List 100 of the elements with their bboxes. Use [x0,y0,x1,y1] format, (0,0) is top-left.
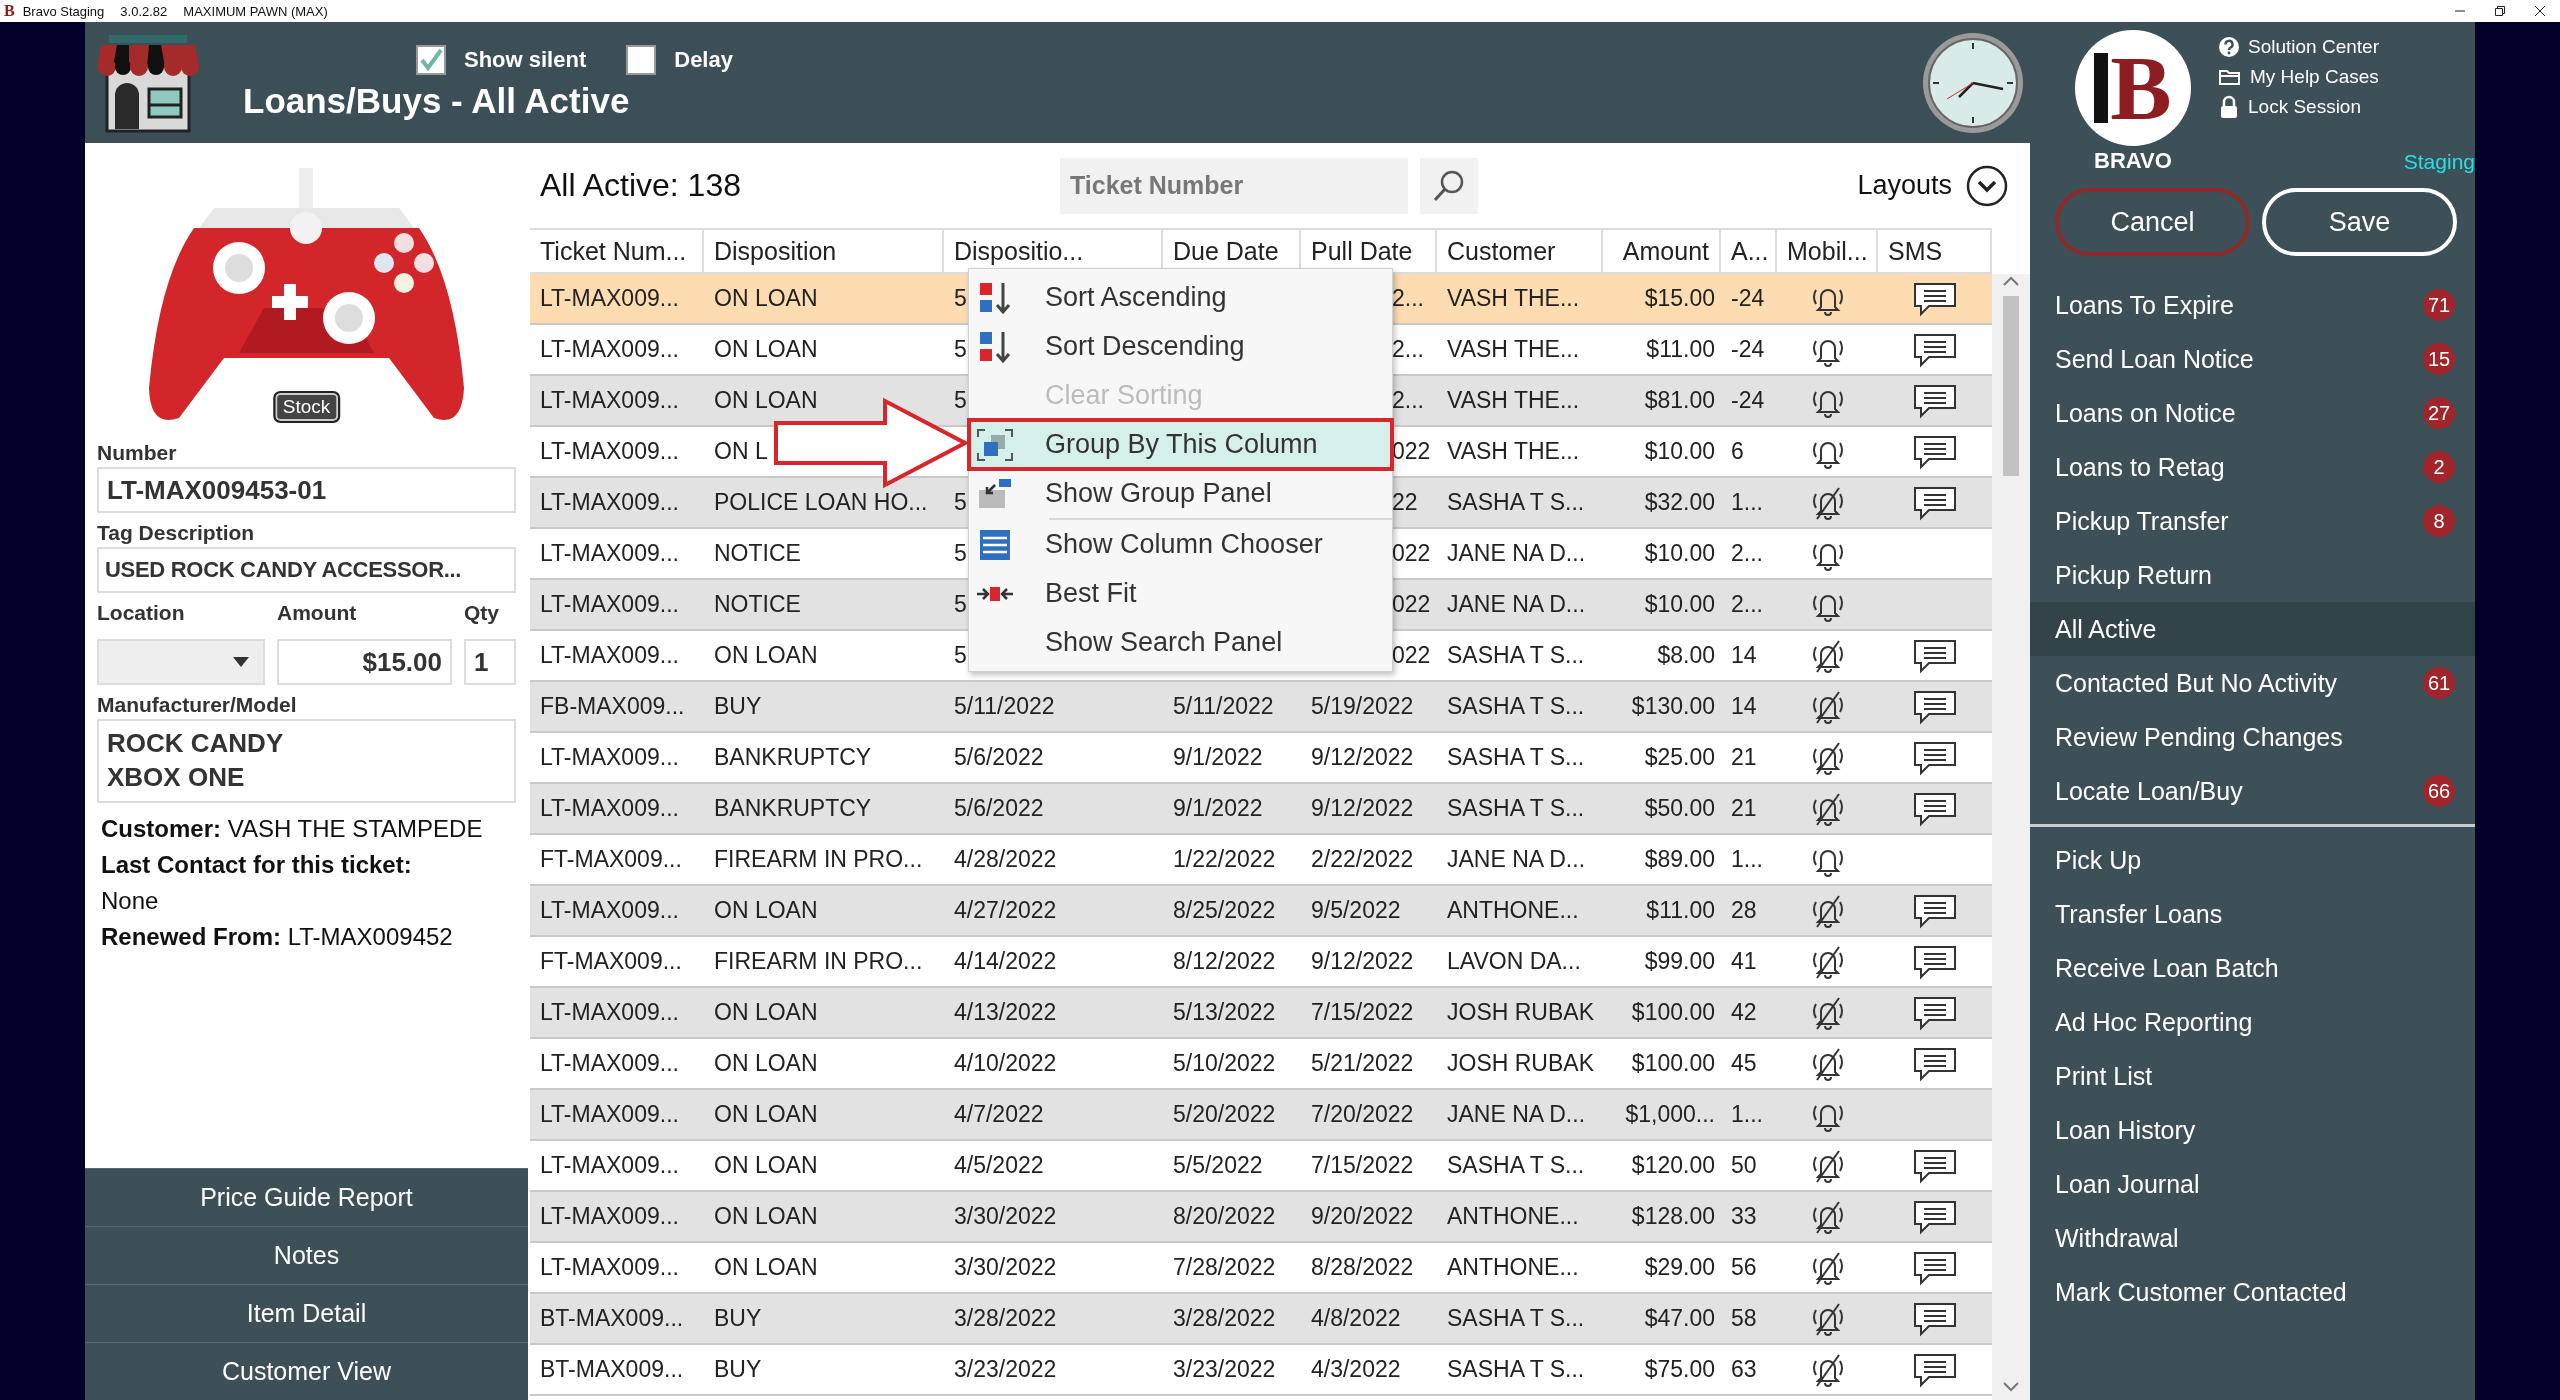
table-cell-text: 4/28/2022 [953,845,1058,874]
table-cell-text: 2... [1730,590,1764,619]
table-cell-text: $10.00 [1643,539,1716,568]
table-cell-text: 41 [1730,947,1758,976]
table-cell-text: ON LOAN [713,1151,819,1180]
table-cell-text: 3/23/2022 [953,1355,1058,1384]
table-cell-text: $47.00 [1643,1304,1716,1333]
table-cell-text: 3/28/2022 [1172,1304,1277,1333]
table-cell-text: ON LOAN [713,1100,819,1129]
table-cell-text: 7/28/2022 [1172,1253,1277,1282]
table-cell-text: $15.00 [1643,284,1716,313]
table-cell-text: 8/25/2022 [1172,896,1277,925]
table-cell-text: BT-MAX009... [539,1304,685,1333]
table-cell-text: -24 [1730,284,1766,313]
table-cell-text: LT-MAX009... [539,335,680,364]
table-cell-text: SASHA T S... [1446,488,1586,517]
table-cell-text: 9/5/2022 [1310,896,1402,925]
table-cell-text: JANE NA D... [1446,539,1587,568]
table-cell-text: ON LOAN [713,284,819,313]
table-cell-text: $32.00 [1643,488,1716,517]
table-cell-text: BUY [713,692,763,721]
table-cell-text: FT-MAX009... [539,947,683,976]
table-cell-text: VASH THE... [1446,386,1581,415]
table-cell-text: FT-MAX009... [539,845,683,874]
table-cell-text: SASHA T S... [1446,1304,1586,1333]
table-cell-text: 2... [1391,284,1425,313]
table-cell-text: JOSH RUBAK [1446,1049,1595,1078]
brand-name: BRAVO [2094,148,2172,174]
version-label: 3.0.2.82 [120,3,168,19]
table-cell-text: 9/12/2022 [1310,743,1415,772]
table-cell-text: 5/11/2022 [953,692,1056,721]
table-cell-text: SASHA T S... [1446,641,1586,670]
table-cell-text: LT-MAX009... [539,1202,680,1231]
table-cell-text: LT-MAX009... [539,1049,680,1078]
table-cell-text: 4/10/2022 [953,1049,1058,1078]
table-cell-text: ANTHONE... [1446,1202,1580,1231]
info-text: Renewed From: LT-MAX009452 [101,923,454,951]
info-text: Last Contact for this ticket: [101,851,413,879]
table-cell-text: 2/22/2022 [1310,845,1415,874]
table-cell-text: VASH THE... [1446,437,1581,466]
table-cell-text: $25.00 [1643,743,1716,772]
table-cell-text: 5/19/2022 [1310,692,1415,721]
table-cell-text: 5 [953,590,968,619]
info-text: Customer: VASH THE STAMPEDE [101,815,484,843]
table-cell-text: 1... [1730,488,1764,517]
table-cell-text: ON LOAN [713,998,819,1027]
table-cell-text: 022 [1391,590,1432,619]
count-badge: 8 [2423,505,2455,537]
table-cell-text: 1/22/2022 [1172,845,1277,874]
table-cell-text: LT-MAX009... [539,998,680,1027]
table-cell-text: 2... [1730,539,1764,568]
field-label: Amount [277,601,358,626]
table-cell-text: ON LOAN [713,896,819,925]
table-cell-text: LT-MAX009... [539,284,680,313]
table-cell-text: SASHA T S... [1446,794,1586,823]
count-badge: 2 [2423,451,2455,483]
table-cell-text: 4/5/2022 [953,1151,1045,1180]
table-cell-text: $11.00 [1645,896,1716,925]
table-cell-text: ON LOAN [713,335,819,364]
table-cell-text: 3/30/2022 [953,1253,1058,1282]
table-cell-text: 45 [1730,1049,1758,1078]
table-cell-text: -24 [1730,386,1766,415]
table-cell-text: LT-MAX009... [539,794,680,823]
table-cell-text: LT-MAX009... [539,1100,680,1129]
table-cell-text: BT-MAX009... [539,1355,685,1384]
table-cell-text: $99.00 [1643,947,1716,976]
table-cell-text: BANKRUPTCY [713,743,873,772]
count-badge: 27 [2423,397,2455,429]
table-cell-text: 5 [953,539,968,568]
table-cell-text: 7/20/2022 [1310,1100,1415,1129]
table-cell-text: 5/6/2022 [953,743,1045,772]
table-cell-text: 2... [1391,386,1425,415]
table-cell-text: 4/27/2022 [953,896,1058,925]
table-cell-text: LT-MAX009... [539,437,680,466]
table-cell-text: $8.00 [1656,641,1716,670]
table-cell-text: 7/15/2022 [1310,998,1415,1027]
page-title: Loans/Buys - All Active [243,80,631,121]
table-cell-text: 5/13/2022 [1172,998,1277,1027]
table-cell-text: BANKRUPTCY [713,794,873,823]
table-cell-text: 1... [1730,845,1764,874]
count-badge: 66 [2423,775,2455,807]
table-cell-text: FB-MAX009... [539,692,686,721]
table-cell-text: 5/20/2022 [1172,1100,1277,1129]
field-label: Location [97,601,186,626]
table-cell-text: ANTHONE... [1446,1253,1580,1282]
table-cell-text: LT-MAX009... [539,1151,680,1180]
table-cell-text: 4/7/2022 [953,1100,1045,1129]
table-cell-text: 8/20/2022 [1172,1202,1277,1231]
table-cell-text: 4/14/2022 [953,947,1058,976]
table-cell-text: FIREARM IN PRO... [713,845,924,874]
table-cell-text: 5 [953,641,968,670]
table-cell-text: 3/28/2022 [953,1304,1058,1333]
table-cell-text: $81.00 [1643,386,1716,415]
table-cell-text: 33 [1730,1202,1758,1231]
table-cell-text: ON LOAN [713,386,819,415]
table-cell-text: 8/28/2022 [1310,1253,1415,1282]
table-cell-text: 42 [1730,998,1758,1027]
table-cell-text: 3/30/2022 [953,1202,1058,1231]
count-badge: 61 [2423,667,2455,699]
table-cell-text: 50 [1730,1151,1758,1180]
